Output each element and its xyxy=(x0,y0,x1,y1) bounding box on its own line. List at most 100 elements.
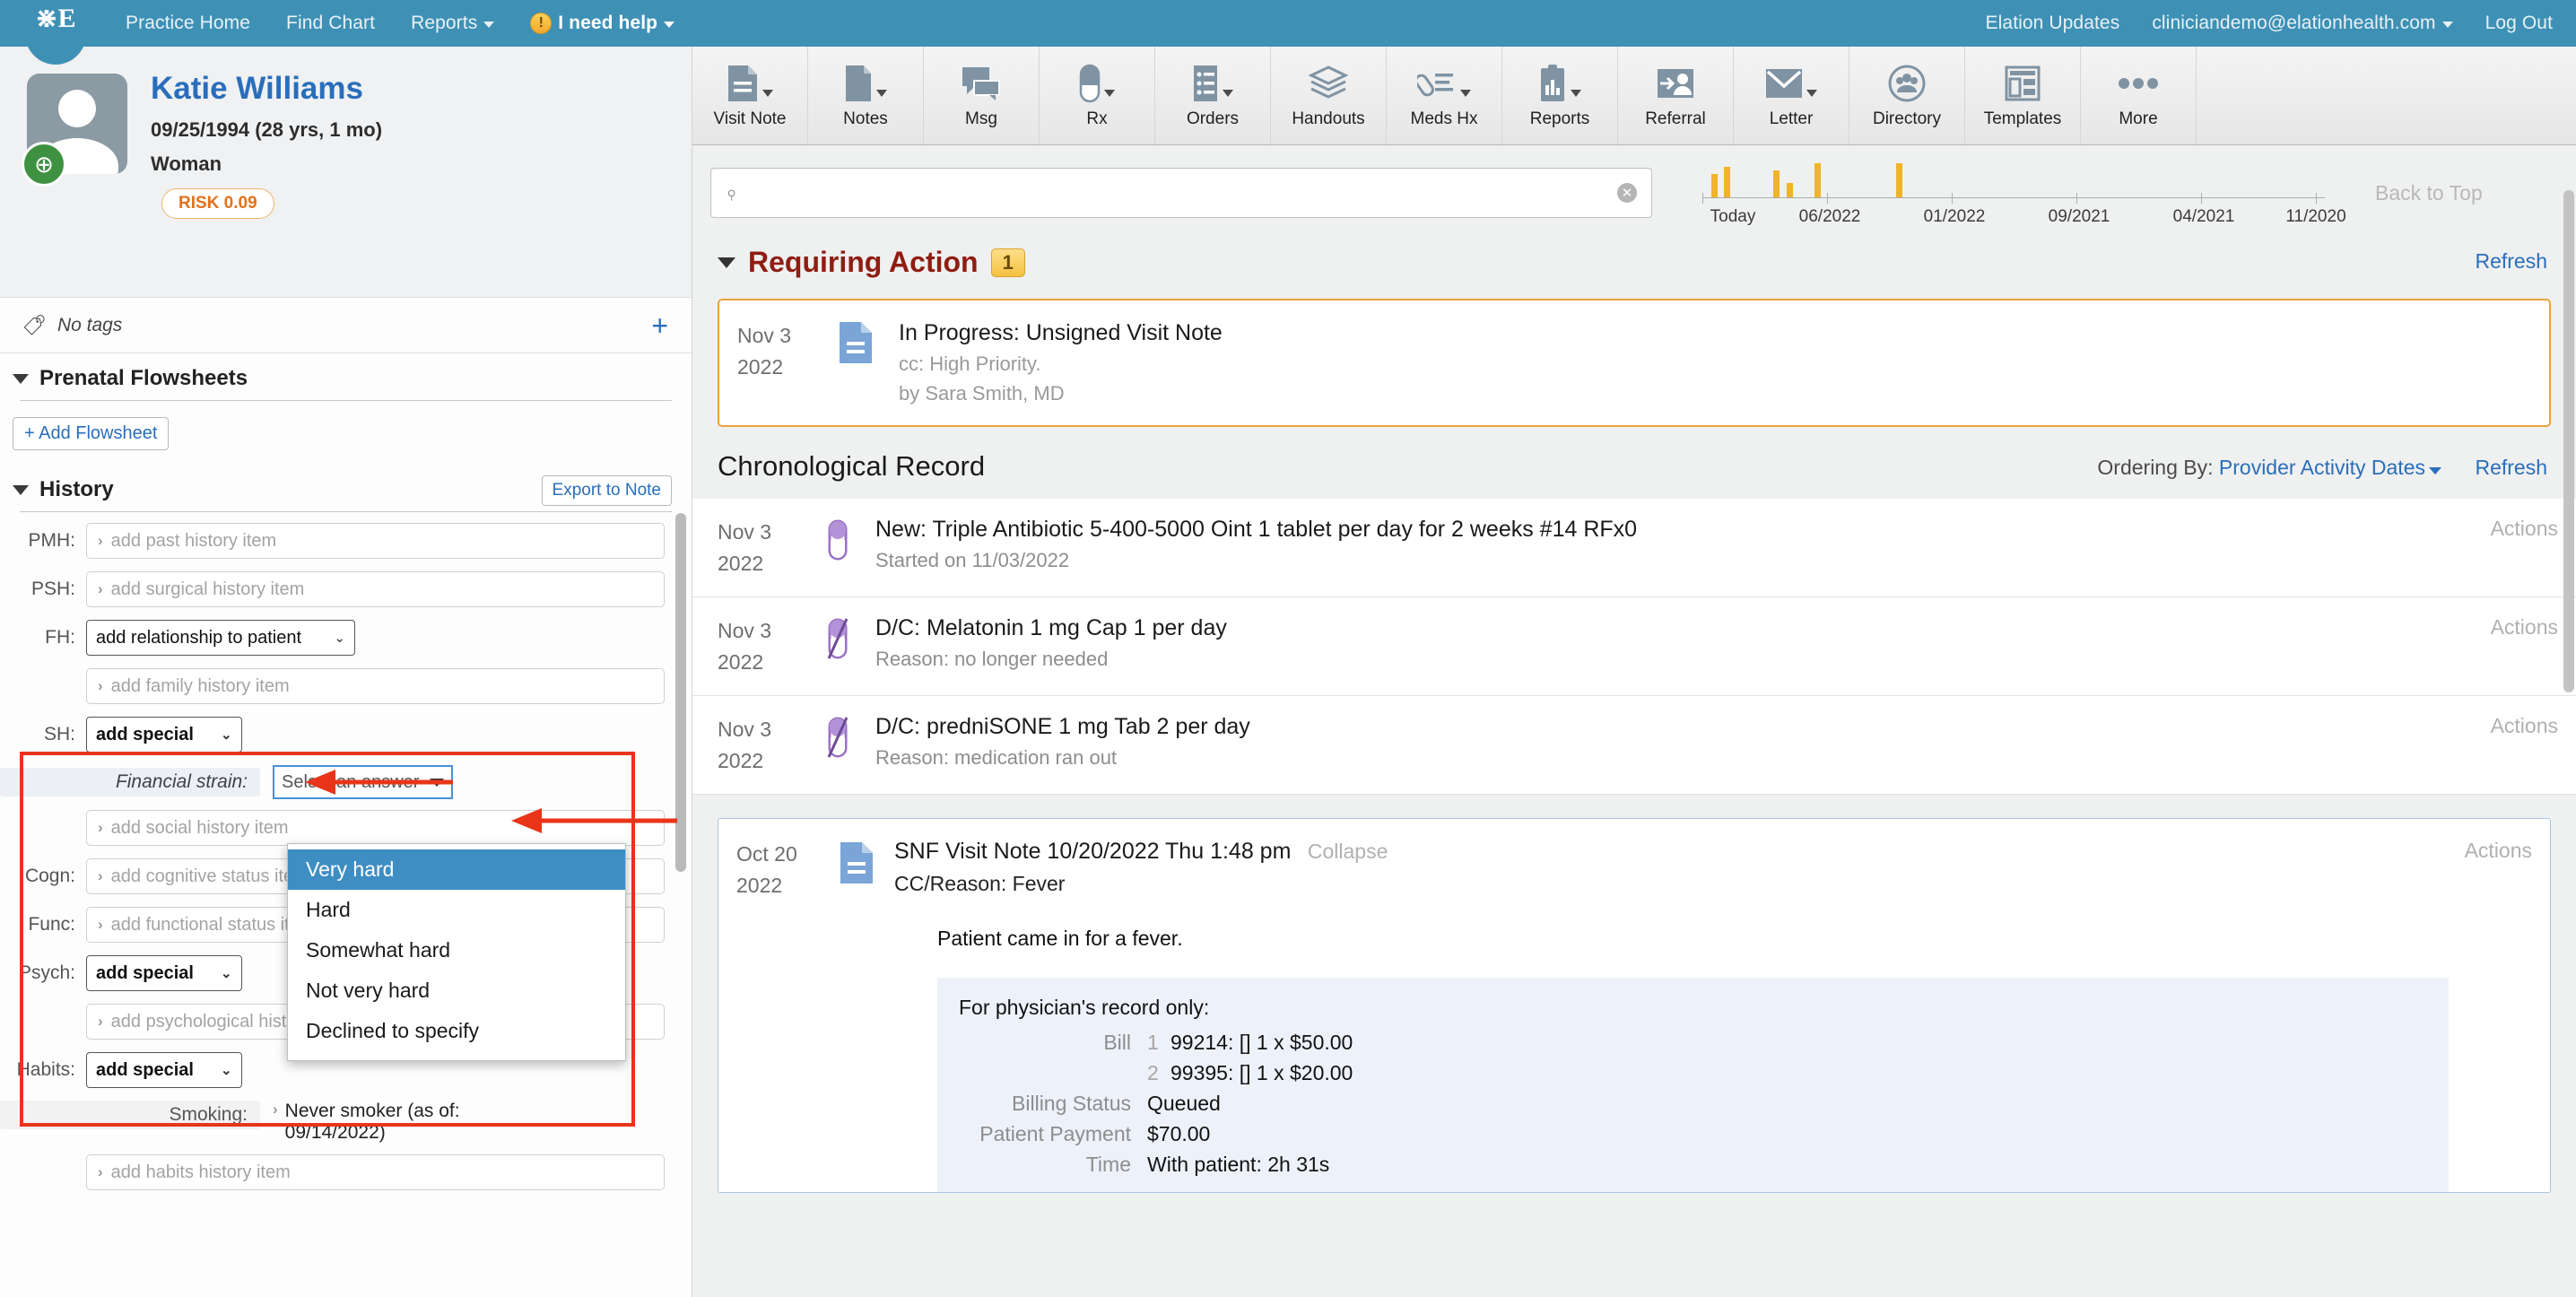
toolbar-visit-note[interactable]: Visit Note xyxy=(692,47,808,144)
table-row[interactable]: Nov 3 2022 D/C: predniSONE 1 mg Tab 2 pe… xyxy=(692,696,2576,795)
refresh-chronological-button[interactable]: Refresh xyxy=(2475,456,2547,480)
financial-strain-label: Financial strain: xyxy=(0,768,260,796)
record-actions-link[interactable]: Actions xyxy=(2491,517,2558,579)
record-actions-link[interactable]: Actions xyxy=(2491,714,2558,776)
dropdown-option-declined-to-specify[interactable]: Declined to specify xyxy=(288,1011,625,1051)
toolbar-reports[interactable]: Reports xyxy=(1502,47,1618,144)
history-row-fh: FH: add relationship to patient ⌄ xyxy=(0,620,692,656)
toolbar-letter[interactable]: Letter xyxy=(1734,47,1849,144)
toolbar-templates[interactable]: Templates xyxy=(1965,47,2081,144)
nav-elation-updates[interactable]: Elation Updates xyxy=(1986,13,2120,34)
prenatal-flowsheets-header[interactable]: Prenatal Flowsheets xyxy=(0,353,692,400)
fh-relationship-select[interactable]: add relationship to patient ⌄ xyxy=(86,620,355,656)
action-card-title[interactable]: In Progress: Unsigned Visit Note xyxy=(899,320,1223,346)
chevron-down-icon xyxy=(664,22,674,28)
chevron-down-icon[interactable] xyxy=(718,257,735,268)
nav-right-group: Elation Updates cliniciandemo@elationhea… xyxy=(1986,0,2553,47)
psych-add-special-select[interactable]: add special ⌄ xyxy=(86,955,242,991)
page-title[interactable]: Katie Williams xyxy=(151,70,692,108)
record-title[interactable]: D/C: predniSONE 1 mg Tab 2 per day xyxy=(875,714,2475,740)
chevron-right-icon: › xyxy=(273,1101,278,1144)
timeline-event-bar[interactable] xyxy=(1711,174,1718,197)
toolbar-directory[interactable]: Directory xyxy=(1849,47,1965,144)
search-box[interactable]: ⌕ ✕ xyxy=(710,168,1652,218)
back-to-top-button[interactable]: Back to Top xyxy=(2375,181,2483,205)
timeline-event-bar[interactable] xyxy=(1896,163,1902,197)
timeline-label-042021: 04/2021 xyxy=(2173,207,2235,227)
habits-add-special-select[interactable]: add special ⌄ xyxy=(86,1052,242,1088)
history-row-social: › add social history item xyxy=(0,810,692,846)
billing-info-box: For physician's record only: Bill 1 9921… xyxy=(937,978,2449,1192)
record-actions-link[interactable]: Actions xyxy=(2491,615,2558,677)
chart-toolbar: Visit Note Notes Msg Rx xyxy=(692,47,2576,145)
history-header[interactable]: History Export to Note xyxy=(0,465,692,511)
timeline-event-bar[interactable] xyxy=(1815,163,1821,197)
toolbar-rx-label: Rx xyxy=(1086,109,1107,129)
search-input[interactable] xyxy=(749,183,1605,204)
chart-timeline[interactable]: Today 06/2022 01/2022 09/2021 04/2021 11… xyxy=(1697,155,2325,231)
timeline-tick xyxy=(1952,193,1953,204)
nav-i-need-help[interactable]: ! I need help xyxy=(530,13,674,34)
refresh-requiring-action-button[interactable]: Refresh xyxy=(2475,249,2547,274)
collapse-note-button[interactable]: Collapse xyxy=(1308,840,1388,863)
toolbar-handouts[interactable]: Handouts xyxy=(1271,47,1387,144)
timeline-label-062022: 06/2022 xyxy=(1799,207,1861,227)
timeline-event-bar[interactable] xyxy=(1787,183,1793,197)
sidebar-scrollbar[interactable] xyxy=(675,513,686,872)
smoking-line-2: 09/14/2022) xyxy=(285,1122,386,1143)
document-icon xyxy=(838,320,881,405)
note-card-title[interactable]: SNF Visit Note 10/20/2022 Thu 1:48 pm xyxy=(894,839,1291,864)
export-to-note-button[interactable]: Export to Note xyxy=(542,475,672,506)
timeline-event-bar[interactable] xyxy=(1724,167,1730,197)
toolbar-rx[interactable]: Rx xyxy=(1040,47,1155,144)
financial-strain-select[interactable]: Select an answer xyxy=(273,765,453,799)
nav-log-out[interactable]: Log Out xyxy=(2485,13,2553,34)
family-history-input[interactable]: › add family history item xyxy=(86,668,665,704)
patient-sidebar: ⊕ Katie Williams 09/25/1994 (28 yrs, 1 m… xyxy=(0,47,692,1297)
dropdown-option-not-very-hard[interactable]: Not very hard xyxy=(288,971,625,1011)
habits-history-input[interactable]: › add habits history item xyxy=(86,1154,665,1190)
pill-icon xyxy=(1079,62,1115,105)
dropdown-option-somewhat-hard[interactable]: Somewhat hard xyxy=(288,930,625,971)
toolbar-referral[interactable]: Referral xyxy=(1618,47,1734,144)
ordering-by-value[interactable]: Provider Activity Dates xyxy=(2219,456,2425,479)
toolbar-orders[interactable]: Orders xyxy=(1155,47,1271,144)
timeline-event-bar[interactable] xyxy=(1773,170,1780,197)
nav-account-menu[interactable]: cliniciandemo@elationhealth.com xyxy=(2152,13,2452,34)
record-date-month: Nov 3 xyxy=(718,714,800,745)
record-main: D/C: Melatonin 1 mg Cap 1 per day Reason… xyxy=(875,615,2475,677)
main-scrollbar[interactable] xyxy=(2563,190,2574,692)
add-flowsheet-button[interactable]: + Add Flowsheet xyxy=(13,417,169,450)
note-card-actions-link[interactable]: Actions xyxy=(2465,839,2532,1192)
sh-add-special-select[interactable]: add special ⌄ xyxy=(86,717,242,753)
smoking-value[interactable]: › Never smoker (as of: 09/14/2022) xyxy=(273,1101,460,1144)
nav-practice-home[interactable]: Practice Home xyxy=(126,13,250,34)
toolbar-notes[interactable]: Notes xyxy=(808,47,924,144)
nav-find-chart[interactable]: Find Chart xyxy=(286,13,375,34)
chevron-down-icon: ⌄ xyxy=(334,630,345,646)
record-title[interactable]: D/C: Melatonin 1 mg Cap 1 per day xyxy=(875,615,2475,641)
toolbar-more[interactable]: More xyxy=(2081,47,2197,144)
record-title[interactable]: New: Triple Antibiotic 5-400-5000 Oint 1… xyxy=(875,517,2475,543)
dropdown-option-very-hard[interactable]: Very hard xyxy=(288,849,625,890)
social-history-input[interactable]: › add social history item xyxy=(86,810,665,846)
visit-note-card[interactable]: Oct 20 2022 SNF Visit Note 10/20/2022 Th… xyxy=(718,818,2551,1193)
add-tag-button[interactable]: + xyxy=(651,311,668,340)
financial-strain-dropdown-menu[interactable]: Very hard Hard Somewhat hard Not very ha… xyxy=(287,843,626,1061)
nav-reports[interactable]: Reports xyxy=(411,13,494,34)
clear-icon[interactable]: ✕ xyxy=(1617,183,1637,203)
dropdown-option-hard[interactable]: Hard xyxy=(288,890,625,930)
chevron-down-icon xyxy=(762,90,773,97)
psh-input[interactable]: › add surgical history item xyxy=(86,571,665,607)
table-row[interactable]: Nov 3 2022 New: Triple Antibiotic 5-400-… xyxy=(692,499,2576,597)
elation-logo[interactable]: ⋇E xyxy=(25,0,86,65)
toolbar-msg[interactable]: Msg xyxy=(924,47,1040,144)
pmh-placeholder: add past history item xyxy=(111,531,277,552)
ordering-by-control: Ordering By: Provider Activity Dates xyxy=(2097,456,2441,480)
table-row[interactable]: Nov 3 2022 D/C: Melatonin 1 mg Cap 1 per… xyxy=(692,597,2576,696)
pmh-input[interactable]: › add past history item xyxy=(86,523,665,559)
habits-history-placeholder: add habits history item xyxy=(111,1162,291,1183)
status-badge[interactable]: RISK 0.09 xyxy=(161,188,274,219)
requiring-action-card[interactable]: Nov 3 2022 In Progress: Unsigned Visit N… xyxy=(718,299,2551,427)
toolbar-meds-hx[interactable]: Meds Hx xyxy=(1387,47,1502,144)
